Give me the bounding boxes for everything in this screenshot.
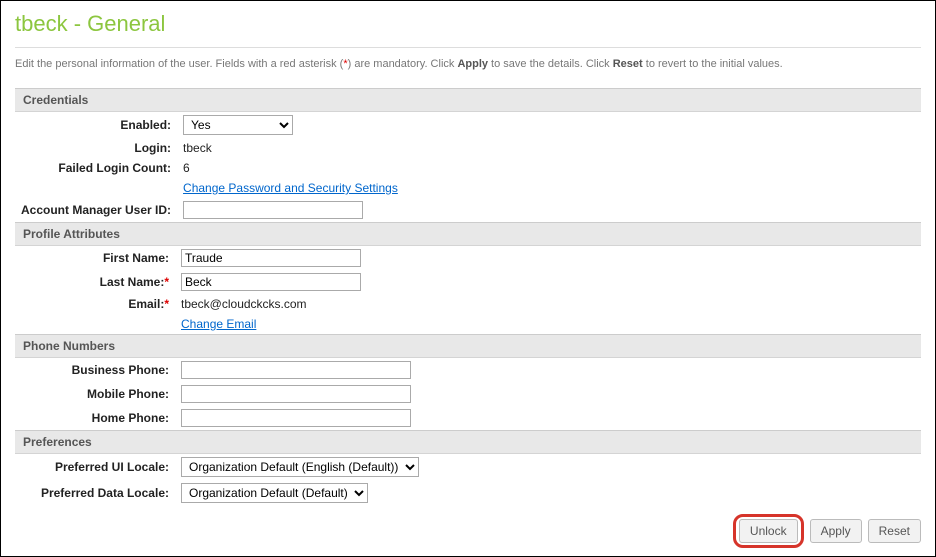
- title-divider: [15, 47, 921, 48]
- failed-login-count-value: 6: [177, 158, 921, 178]
- first-name-input[interactable]: [181, 249, 361, 267]
- home-phone-label: Home Phone:: [15, 406, 175, 430]
- mobile-phone-input[interactable]: [181, 385, 411, 403]
- apply-button[interactable]: Apply: [810, 519, 862, 543]
- required-asterisk-icon: *: [164, 275, 169, 289]
- instr-mid1: ) are mandatory. Click: [348, 58, 458, 70]
- instructions-text: Edit the personal information of the use…: [15, 58, 921, 70]
- section-header-preferences: Preferences: [15, 430, 921, 454]
- unlock-button[interactable]: Unlock: [739, 519, 798, 543]
- failed-login-count-label: Failed Login Count:: [15, 158, 177, 178]
- business-phone-label: Business Phone:: [15, 358, 175, 382]
- instr-suffix: to revert to the initial values.: [643, 58, 783, 70]
- instr-mid2: to save the details. Click: [488, 58, 613, 70]
- account-manager-user-id-label: Account Manager User ID:: [15, 198, 177, 222]
- page-title: tbeck - General: [15, 11, 921, 37]
- data-locale-label: Preferred Data Locale:: [15, 480, 175, 506]
- email-label: Email:: [128, 297, 164, 311]
- section-header-phone: Phone Numbers: [15, 334, 921, 358]
- change-password-link[interactable]: Change Password and Security Settings: [183, 181, 398, 195]
- ui-locale-label: Preferred UI Locale:: [15, 454, 175, 480]
- ui-locale-select[interactable]: Organization Default (English (Default)): [181, 457, 419, 477]
- first-name-label: First Name:: [103, 251, 169, 265]
- home-phone-input[interactable]: [181, 409, 411, 427]
- mobile-phone-label: Mobile Phone:: [15, 382, 175, 406]
- enabled-select[interactable]: Yes: [183, 115, 293, 135]
- login-label: Login:: [15, 138, 177, 158]
- account-manager-user-id-input[interactable]: [183, 201, 363, 219]
- section-header-credentials: Credentials: [15, 88, 921, 112]
- enabled-label: Enabled:: [15, 112, 177, 138]
- last-name-label: Last Name:: [100, 275, 165, 289]
- unlock-highlight-ring: Unlock: [733, 514, 804, 548]
- button-bar: Unlock Apply Reset: [733, 514, 921, 548]
- reset-button[interactable]: Reset: [868, 519, 921, 543]
- business-phone-input[interactable]: [181, 361, 411, 379]
- instr-apply-bold: Apply: [457, 58, 488, 70]
- last-name-input[interactable]: [181, 273, 361, 291]
- change-email-link[interactable]: Change Email: [181, 317, 256, 331]
- login-value: tbeck: [177, 138, 921, 158]
- section-header-profile: Profile Attributes: [15, 222, 921, 246]
- instr-prefix: Edit the personal information of the use…: [15, 58, 343, 70]
- email-value: tbeck@cloudckcks.com: [175, 294, 921, 314]
- required-asterisk-icon: *: [164, 297, 169, 311]
- instr-reset-bold: Reset: [613, 58, 643, 70]
- data-locale-select[interactable]: Organization Default (Default): [181, 483, 368, 503]
